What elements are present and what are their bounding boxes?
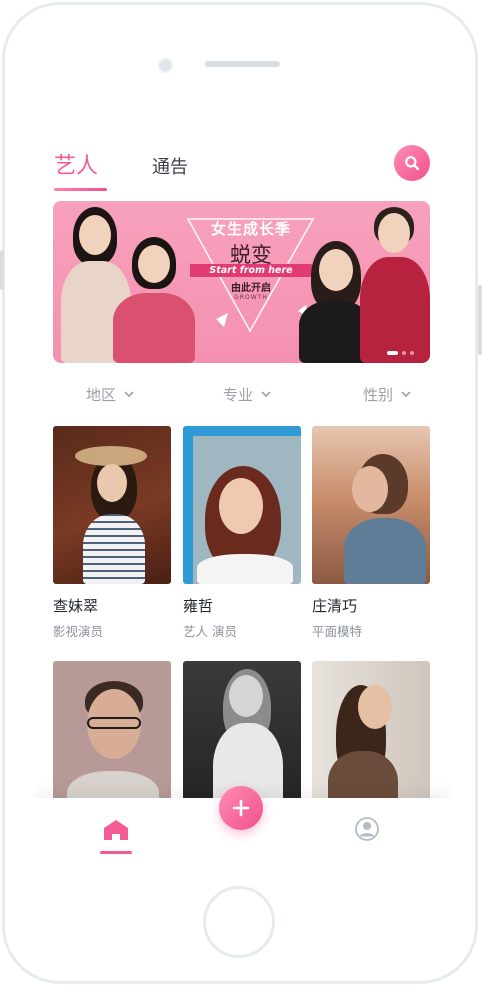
- phone-side-button: [0, 250, 4, 290]
- nav-profile[interactable]: [354, 816, 380, 842]
- search-icon: [405, 156, 420, 171]
- banner-dot[interactable]: [387, 351, 398, 355]
- nav-home[interactable]: [99, 816, 133, 852]
- nav-active-indicator: [100, 851, 132, 854]
- banner-tagline: 女生成长季: [210, 220, 291, 238]
- banner-figure: [358, 201, 430, 363]
- filter-label: 专业: [223, 386, 254, 404]
- artist-role: 影视演员: [53, 624, 104, 639]
- app-screen: 艺人 通告 女生成长季 蜕变 Start from here 由此开启 GROW…: [34, 118, 452, 856]
- artist-name: 庄清巧: [312, 597, 358, 615]
- add-button[interactable]: [219, 786, 263, 830]
- tab-artists[interactable]: 艺人: [54, 148, 98, 180]
- artist-photo: [53, 661, 171, 819]
- artist-photo: [312, 661, 430, 819]
- tab-announcements[interactable]: 通告: [152, 153, 188, 179]
- bottom-nav: [34, 786, 452, 856]
- filter-label: 地区: [86, 386, 117, 404]
- filter-bar: 地区 专业 性别: [34, 384, 452, 408]
- artist-role: 艺人 演员: [183, 624, 237, 639]
- promo-banner[interactable]: 女生成长季 蜕变 Start from here 由此开启 GROWTH: [53, 201, 430, 363]
- home-icon: [104, 820, 128, 840]
- chevron-down-icon: [401, 391, 411, 398]
- tab-active-indicator: [54, 188, 107, 191]
- chevron-down-icon: [124, 391, 134, 398]
- artist-role: 平面模特: [312, 624, 363, 639]
- filter-label: 性别: [363, 386, 394, 404]
- banner-dot[interactable]: [402, 351, 406, 355]
- banner-pagination: [387, 351, 414, 355]
- plus-icon: [232, 799, 250, 817]
- artist-photo: [183, 426, 301, 584]
- artist-card[interactable]: 雍哲 艺人 演员: [183, 426, 301, 640]
- chevron-down-icon: [261, 391, 271, 398]
- filter-specialty[interactable]: 专业: [223, 384, 271, 405]
- filter-gender[interactable]: 性别: [363, 384, 411, 405]
- artist-photo: [312, 426, 430, 584]
- phone-speaker: [205, 61, 280, 67]
- artist-photo: [53, 426, 171, 584]
- search-button[interactable]: [394, 145, 430, 181]
- user-icon: [355, 817, 379, 841]
- banner-subtitle: 由此开启: [231, 283, 271, 294]
- artist-name: 雍哲: [183, 597, 214, 615]
- phone-camera: [158, 58, 173, 73]
- filter-region[interactable]: 地区: [86, 384, 134, 405]
- phone-home-button[interactable]: [203, 886, 275, 958]
- artist-name: 查妹翠: [53, 597, 99, 615]
- artist-card[interactable]: 庄清巧 平面模特: [312, 426, 430, 640]
- artist-card[interactable]: 查妹翠 影视演员: [53, 426, 171, 640]
- phone-side-button: [478, 285, 482, 355]
- banner-dot[interactable]: [410, 351, 414, 355]
- banner-small-text: GROWTH: [234, 294, 268, 301]
